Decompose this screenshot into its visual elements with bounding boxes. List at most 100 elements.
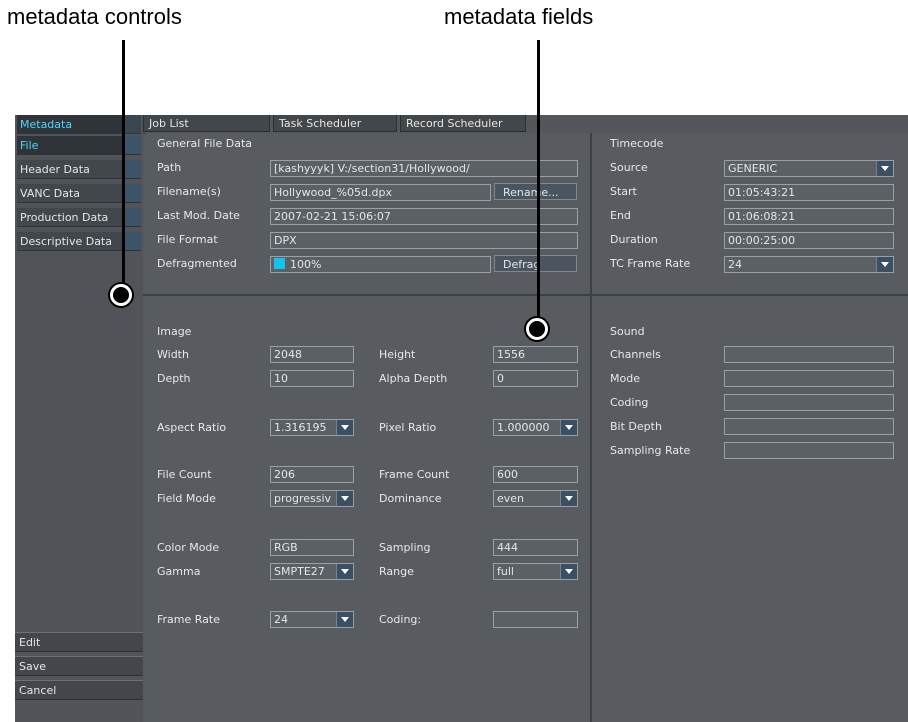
timecode-title: Timecode [610,137,664,150]
tc-source-value: GENERIC [728,162,778,175]
sampling-rate-field[interactable] [724,442,894,459]
chevron-down-icon [876,257,893,272]
tab-job-list[interactable]: Job List [143,115,270,132]
image-title: Image [157,325,192,338]
tab-task-scheduler[interactable]: Task Scheduler [273,115,397,132]
panel-divider-horizontal [143,294,908,296]
tc-source-select[interactable]: GENERIC [724,160,894,177]
filename-field[interactable]: Hollywood_%05d.dpx [270,184,491,201]
aspect-ratio-select[interactable]: 1.316195 [270,419,354,436]
file-format-label: File Format [157,233,218,246]
callout-metadata-controls: metadata controls [7,4,182,29]
sound-title: Sound [610,325,645,338]
field-mode-value: progressiv [274,492,332,505]
dominance-select[interactable]: even [493,490,578,507]
field-mode-select[interactable]: progressiv [270,490,354,507]
callout-leader-fields [537,40,540,326]
alpha-depth-label: Alpha Depth [379,372,448,385]
range-select[interactable]: full [493,563,578,580]
rename-button[interactable]: Rename... [494,183,577,200]
file-format-field[interactable]: DPX [270,232,578,249]
tc-duration-field[interactable]: 00:00:25:00 [724,232,894,249]
depth-field[interactable]: 10 [270,370,354,387]
last-mod-date-field[interactable]: 2007-02-21 15:06:07 [270,208,578,225]
pixel-ratio-value: 1.000000 [497,421,550,434]
height-field[interactable]: 1556 [493,346,578,363]
defrag-progress-fill [274,258,285,269]
callout-leader-controls [122,40,125,292]
tc-frame-rate-label: TC Frame Rate [610,257,691,270]
frame-rate-value: 24 [274,613,288,626]
defragmented-label: Defragmented [157,257,237,270]
filename-label: Filename(s) [157,185,221,198]
defrag-button[interactable]: Defrag [494,255,577,272]
range-label: Range [379,565,414,578]
callout-metadata-fields: metadata fields [444,4,594,29]
pixel-ratio-label: Pixel Ratio [379,421,437,434]
chevron-down-icon [336,491,353,506]
dominance-label: Dominance [379,492,442,505]
chevron-down-icon [336,612,353,627]
tc-end-field[interactable]: 01:06:08:21 [724,208,894,225]
gamma-select[interactable]: SMPTE27 [270,563,354,580]
sound-coding-label: Coding [610,396,649,409]
bit-depth-label: Bit Depth [610,420,662,433]
tc-frame-rate-select[interactable]: 24 [724,256,894,273]
frame-count-field[interactable]: 600 [493,466,578,483]
chevron-down-icon [876,161,893,176]
gamma-value: SMPTE27 [274,565,325,578]
sound-mode-label: Mode [610,372,640,385]
dominance-value: even [497,492,525,505]
path-field[interactable]: [kashyyyk] V:/section31/Hollywood/ [270,160,578,177]
edit-button[interactable]: Edit [15,632,143,652]
panel-divider-vertical [590,133,592,722]
file-count-field[interactable]: 206 [270,466,354,483]
gamma-label: Gamma [157,565,201,578]
sampling-label: Sampling [379,541,431,554]
file-count-label: File Count [157,468,212,481]
channels-label: Channels [610,348,661,361]
field-mode-label: Field Mode [157,492,216,505]
bit-depth-field[interactable] [724,418,894,435]
sampling-rate-label: Sampling Rate [610,444,691,457]
cancel-button[interactable]: Cancel [15,680,143,700]
general-file-data-title: General File Data [157,137,253,150]
range-value: full [497,565,514,578]
chevron-down-icon [560,491,577,506]
width-field[interactable]: 2048 [270,346,354,363]
defragmented-progress: 100% [270,256,491,273]
color-mode-field[interactable]: RGB [270,539,354,556]
callout-dot-fields [526,318,548,340]
depth-label: Depth [157,372,191,385]
aspect-ratio-label: Aspect Ratio [157,421,227,434]
chevron-down-icon [336,564,353,579]
coding-label: Coding: [379,613,422,626]
callout-dot-controls [110,284,132,306]
tc-start-label: Start [610,185,637,198]
defrag-progress-value: 100% [290,258,322,271]
tab-record-scheduler[interactable]: Record Scheduler [400,115,526,132]
aspect-ratio-value: 1.316195 [274,421,327,434]
tc-start-field[interactable]: 01:05:43:21 [724,184,894,201]
width-label: Width [157,348,189,361]
frame-rate-label: Frame Rate [157,613,220,626]
tc-source-label: Source [610,161,648,174]
save-button[interactable]: Save [15,656,143,676]
channels-field[interactable] [724,346,894,363]
tc-duration-label: Duration [610,233,658,246]
tc-frame-rate-value: 24 [728,258,742,271]
pixel-ratio-select[interactable]: 1.000000 [493,419,578,436]
metadata-app-window: Metadata File Header Data VANC Data Prod… [15,115,908,722]
path-label: Path [157,161,182,174]
frame-count-label: Frame Count [379,468,450,481]
sound-mode-field[interactable] [724,370,894,387]
sampling-field[interactable]: 444 [493,539,578,556]
chevron-down-icon [560,564,577,579]
height-label: Height [379,348,416,361]
coding-field[interactable] [493,611,578,628]
alpha-depth-field[interactable]: 0 [493,370,578,387]
sound-coding-field[interactable] [724,394,894,411]
color-mode-label: Color Mode [157,541,220,554]
frame-rate-select[interactable]: 24 [270,611,354,628]
chevron-down-icon [560,420,577,435]
